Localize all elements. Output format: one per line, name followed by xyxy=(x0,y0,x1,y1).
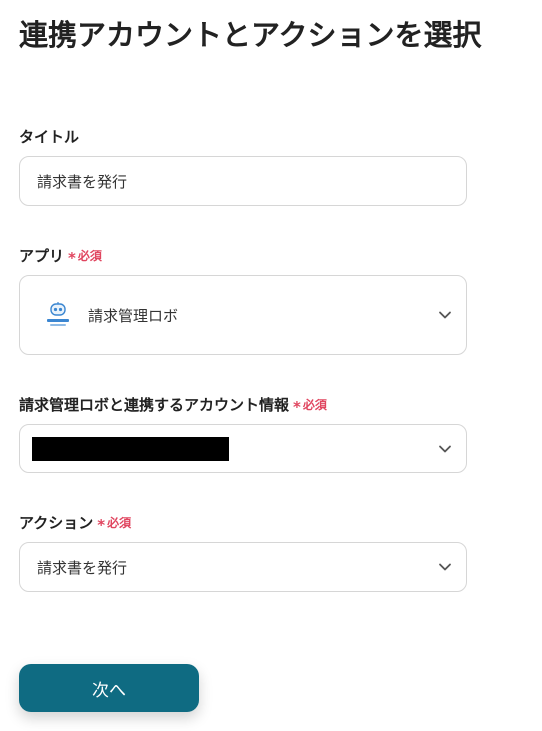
required-text: 必須 xyxy=(107,516,132,530)
next-button[interactable]: 次へ xyxy=(19,664,199,712)
app-field-label-text: アプリ xyxy=(19,247,65,265)
account-field-label: 請求管理ロボと連携するアカウント情報 * 必須 xyxy=(19,394,327,416)
required-text: 必須 xyxy=(302,398,327,412)
required-star: * xyxy=(97,515,106,534)
robot-logo-icon xyxy=(44,301,72,329)
required-badge: * 必須 xyxy=(97,514,132,534)
title-field-label-text: タイトル xyxy=(19,128,80,146)
chevron-down-icon xyxy=(439,563,451,571)
chevron-down-icon xyxy=(439,445,451,452)
account-select[interactable] xyxy=(19,424,467,473)
action-field-label-text: アクション xyxy=(19,514,94,532)
action-field-label: アクション * 必須 xyxy=(19,512,132,534)
app-select[interactable]: 請求管理ロボ xyxy=(19,275,467,355)
next-button-label: 次へ xyxy=(92,680,126,701)
required-badge: * 必須 xyxy=(68,247,102,267)
page-title: 連携アカウントとアクションを選択 xyxy=(19,18,482,52)
app-select-value: 請求管理ロボ xyxy=(88,306,179,325)
action-select-value: 請求書を発行 xyxy=(37,558,128,577)
required-star: * xyxy=(293,397,301,416)
redacted-account-value xyxy=(32,437,229,461)
chevron-down-icon xyxy=(439,311,451,319)
required-badge: * 必須 xyxy=(293,396,327,416)
title-field-label: タイトル xyxy=(19,126,79,147)
title-input-value: 請求書を発行 xyxy=(37,172,128,191)
action-select[interactable]: 請求書を発行 xyxy=(19,542,467,592)
required-text: 必須 xyxy=(77,249,102,263)
required-star: * xyxy=(68,248,76,267)
app-field-label: アプリ * 必須 xyxy=(19,245,102,267)
title-input[interactable]: 請求書を発行 xyxy=(19,156,467,206)
account-field-label-text: 請求管理ロボと連携するアカウント情報 xyxy=(19,396,290,414)
